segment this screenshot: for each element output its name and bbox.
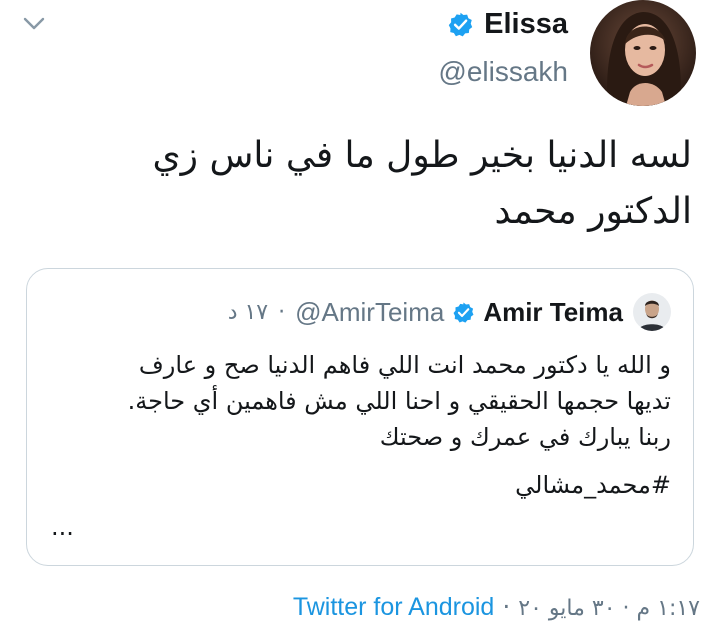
avatar [633, 293, 671, 331]
separator-dot: · [502, 592, 511, 621]
quoted-tweet-header: ١٧ د · @AmirTeima Amir Teima [228, 293, 671, 331]
tweet-text-line: لسه الدنيا بخير طول ما في ناس زي [152, 135, 692, 176]
tweet-footer: Twitter for Android · ١:١٧ م · ٣٠ مايو ٢… [293, 592, 700, 622]
author-handle[interactable]: @elissakh [438, 56, 568, 88]
more-ellipsis: ... [51, 513, 74, 541]
quoted-tweet-line: و الله يا دكتور محمد انت اللي فاهم الدني… [138, 351, 671, 379]
chevron-down-icon[interactable] [22, 12, 46, 36]
verified-badge-icon [453, 301, 474, 323]
hashtag[interactable]: #محمد_مشالي [51, 467, 671, 503]
author-display-name: Elissa [484, 8, 568, 40]
quoted-tweet-line: تديها حجمها الحقيقي و احنا اللي مش فاهمي… [127, 387, 671, 415]
quoted-tweet-text: و الله يا دكتور محمد انت اللي فاهم الدني… [51, 347, 671, 545]
quoted-tweet-time: ١٧ د [227, 299, 269, 325]
tweet-text: لسه الدنيا بخير طول ما في ناس زي الدكتور… [92, 128, 692, 240]
quoted-tweet-card[interactable]: ١٧ د · @AmirTeima Amir Teima و الله يا د… [26, 268, 694, 566]
profile-photo [590, 0, 696, 106]
quoted-tweet-author-name: Amir Teima [483, 296, 623, 327]
profile-photo [633, 293, 671, 331]
source-link[interactable]: Twitter for Android [293, 593, 494, 622]
quoted-tweet-handle: @AmirTeima [295, 296, 445, 327]
separator-dot: · [278, 299, 286, 325]
author-name-row[interactable]: Elissa [447, 8, 568, 41]
tweet-text-line: الدكتور محمد [494, 191, 692, 232]
tweet-timestamp[interactable]: ١:١٧ م · ٣٠ مايو ٢٠ [518, 596, 700, 621]
verified-badge-icon [448, 12, 473, 37]
avatar[interactable] [590, 0, 696, 106]
quoted-tweet-line: ربنا يبارك في عمرك و صحتك [379, 423, 671, 451]
